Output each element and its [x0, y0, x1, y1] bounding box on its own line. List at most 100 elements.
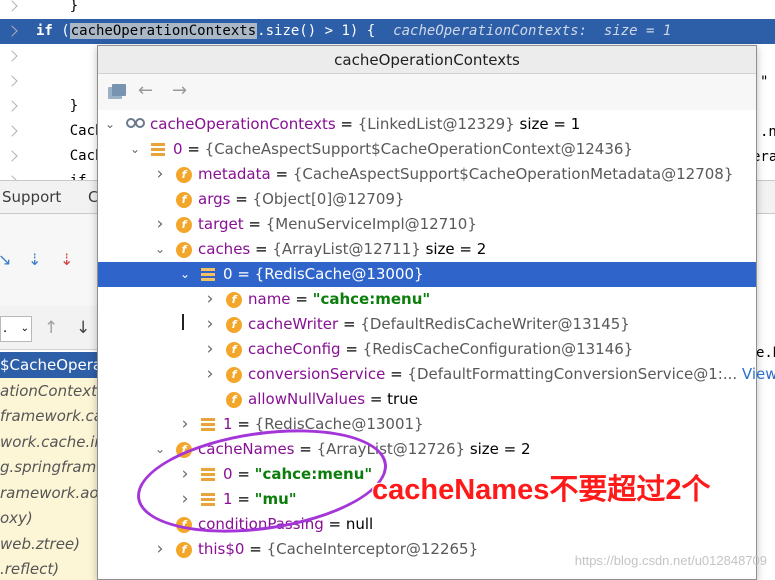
field-icon: f: [176, 242, 192, 258]
object-reference: {ArrayList@12711}: [272, 240, 421, 258]
variable-name: this$0: [198, 540, 245, 558]
debugger-toolbar: ↘ ⇣ ⇣: [0, 214, 100, 306]
tree-row[interactable]: › f target = {MenuServiceImpl@12710}: [98, 212, 756, 237]
expand-right-icon[interactable]: ›: [154, 537, 166, 562]
equals-sign: =: [270, 165, 293, 183]
variable-name: caches: [198, 240, 251, 258]
field-icon: f: [176, 542, 192, 558]
fold-chevron-icon[interactable]: [6, 100, 18, 112]
expand-right-icon[interactable]: ›: [204, 362, 216, 387]
tree-row[interactable]: f allowNullValues = true: [98, 387, 756, 412]
frame-item[interactable]: ramework.aop: [0, 479, 100, 506]
fold-chevron-icon[interactable]: [6, 50, 18, 62]
back-arrow-icon[interactable]: ←: [138, 80, 153, 101]
step-into-icon[interactable]: ⇣: [28, 250, 41, 269]
expand-right-icon[interactable]: ›: [179, 412, 191, 437]
expand-down-icon[interactable]: ⌄: [154, 237, 166, 262]
tree-row[interactable]: › 1 = {RedisCache@13001}: [98, 412, 756, 437]
equals-sign: =: [323, 515, 346, 533]
editor-line[interactable]: }: [0, 0, 775, 19]
object-reference: {LinkedList@12329}: [357, 115, 515, 133]
object-reference: {Object[0]@12709}: [252, 190, 405, 208]
size-label: size = 1: [514, 115, 581, 133]
fold-chevron-icon[interactable]: [6, 25, 18, 37]
tree-row[interactable]: ⌄ cacheOperationContexts = {LinkedList@12…: [98, 112, 756, 137]
equals-sign: =: [290, 290, 313, 308]
variable-name: 1: [223, 415, 233, 433]
chevron-down-icon: ⌄: [20, 323, 29, 334]
tree-row[interactable]: › f conversionService = {DefaultFormatting…: [98, 362, 775, 387]
size-label: size = 2: [465, 440, 531, 458]
expand-down-icon[interactable]: ⌄: [179, 262, 191, 287]
list-element-icon: [151, 143, 165, 156]
fold-chevron-icon[interactable]: [6, 75, 18, 87]
literal-value: true: [387, 390, 418, 408]
frame-item[interactable]: web.ztree): [0, 530, 100, 557]
step-over-icon[interactable]: ↘: [0, 250, 11, 269]
tree-row[interactable]: › f cacheConfig = {RedisCacheConfiguration…: [98, 337, 756, 362]
field-icon: f: [226, 292, 242, 308]
watch-variable-icon: [126, 118, 146, 130]
expand-down-icon[interactable]: ⌄: [154, 437, 166, 462]
expand-right-icon[interactable]: ›: [204, 312, 216, 337]
equals-sign: =: [338, 315, 361, 333]
view-link[interactable]: View: [737, 365, 775, 383]
force-step-into-icon[interactable]: ⇣: [60, 250, 73, 269]
frame-down-icon[interactable]: ↓: [76, 318, 90, 338]
expand-right-icon[interactable]: ›: [154, 162, 166, 187]
tree-row-text: allowNullValues = true: [248, 387, 418, 412]
frame-item[interactable]: oxy): [0, 505, 100, 531]
frame-item[interactable]: g.springframe: [0, 454, 100, 480]
tree-row-text: conversionService = {DefaultFormattingCo…: [248, 362, 775, 387]
fold-chevron-icon[interactable]: [6, 125, 18, 137]
expand-right-icon[interactable]: ›: [204, 337, 216, 362]
thread-select[interactable]: . ⌄: [0, 316, 32, 342]
frames-header: . ⌄ ↑ ↓: [0, 306, 100, 350]
editor-line[interactable]: if (cacheOperationContexts.size() > 1) {…: [0, 19, 775, 44]
annotation-note: cacheNames不要超过2个: [372, 474, 711, 506]
expand-right-icon[interactable]: ›: [154, 212, 166, 237]
frame-item[interactable]: ationContexts: [0, 377, 100, 404]
frame-item[interactable]: work.cache.in: [0, 428, 100, 455]
tab-support[interactable]: Support: [2, 181, 61, 213]
expand-right-icon[interactable]: ›: [204, 287, 216, 312]
variable-name: conversionService: [248, 365, 386, 383]
equals-sign: =: [232, 265, 255, 283]
object-reference: {CacheAspectSupport$CacheOperationMetada…: [292, 165, 734, 183]
tree-row[interactable]: › f name = "cahce:menu": [98, 287, 756, 312]
tree-row[interactable]: ⌄ f caches = {ArrayList@12711} size = 2: [98, 237, 756, 262]
tree-row[interactable]: › f cacheWriter = {DefaultRedisCacheWriter…: [98, 312, 756, 337]
equals-sign: =: [335, 115, 358, 133]
tree-row[interactable]: ⌄ 0 = {RedisCache@13000}: [98, 262, 756, 287]
selected-identifier[interactable]: cacheOperationContexts: [69, 23, 258, 39]
field-icon: f: [226, 317, 242, 333]
editor-code: [36, 69, 87, 94]
frame-item[interactable]: $CacheOpera: [0, 352, 100, 378]
frame-item[interactable]: .reflect): [0, 556, 100, 580]
forward-arrow-icon[interactable]: →: [172, 80, 187, 101]
fold-chevron-icon[interactable]: [6, 0, 18, 12]
equals-sign: =: [250, 240, 273, 258]
popup-title: cacheOperationContexts: [98, 46, 756, 74]
tree-row[interactable]: › f metadata = {CacheAspectSupport$CacheOp…: [98, 162, 756, 187]
tree-row-text: name = "cahce:menu": [248, 287, 430, 312]
equals-sign: =: [243, 215, 266, 233]
frame-right-peek: e.N: [756, 345, 775, 361]
tree-row[interactable]: ⌄ 0 = {CacheAspectSupport$CacheOperationC…: [98, 137, 756, 162]
expand-down-icon[interactable]: ⌄: [104, 112, 116, 137]
variable-name: allowNullValues: [248, 390, 366, 408]
fold-chevron-icon[interactable]: [6, 150, 18, 162]
literal-value: null: [345, 515, 374, 533]
frames-icon[interactable]: [108, 84, 126, 100]
frame-item[interactable]: framework.ca: [0, 403, 100, 429]
editor-code: }: [36, 98, 79, 114]
object-reference: {DefaultFormattingConversionService@1:..…: [407, 365, 738, 383]
tree-row-text: metadata = {CacheAspectSupport$CacheOper…: [198, 162, 733, 187]
variable-name: name: [248, 290, 291, 308]
frame-up-icon[interactable]: ↑: [44, 318, 58, 338]
equals-sign: =: [182, 140, 205, 158]
tree-row-text: cacheWriter = {DefaultRedisCacheWriter@1…: [248, 312, 630, 337]
tree-row[interactable]: f args = {Object[0]@12709}: [98, 187, 756, 212]
variable-name: args: [198, 190, 231, 208]
expand-down-icon[interactable]: ⌄: [129, 137, 141, 162]
